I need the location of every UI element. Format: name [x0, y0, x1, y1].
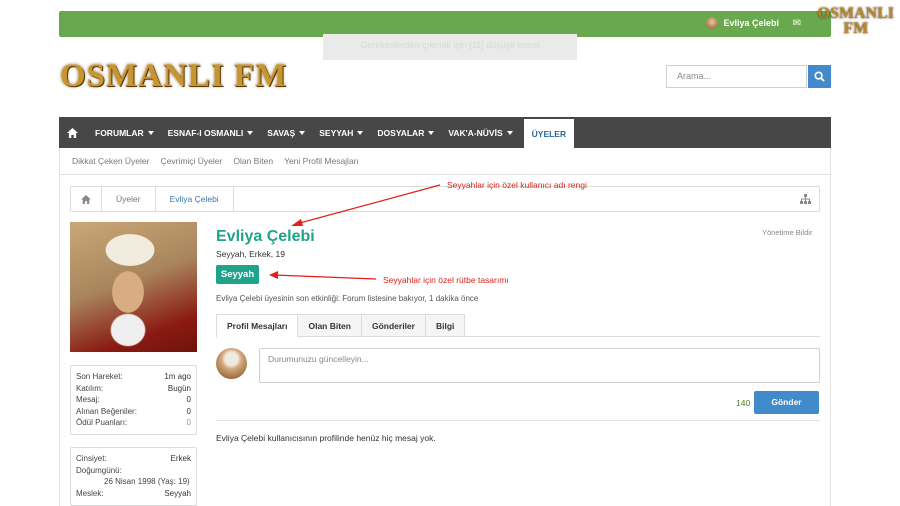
corner-logo: OSMANLI FM: [817, 5, 894, 37]
user-menu[interactable]: Evliya Çelebi: [706, 17, 779, 29]
profile-user-title: Seyyah, Erkek, 19: [216, 249, 285, 259]
breadcrumb-home[interactable]: [71, 187, 102, 211]
breadcrumb-current[interactable]: Evliya Çelebi: [156, 187, 234, 211]
tab-info[interactable]: Bilgi: [425, 314, 466, 337]
report-link[interactable]: Yönetime Bildir: [762, 228, 812, 237]
sitemap-icon[interactable]: [800, 194, 811, 204]
profile-username: Evliya Çelebi: [216, 228, 315, 245]
nav-forumlar[interactable]: FORUMLAR: [88, 117, 161, 148]
search-button[interactable]: [808, 65, 831, 88]
stat-label: Ödül Puanları:: [76, 418, 128, 428]
last-activity: Evliya Çelebi üyesinin son etkinliği: Fo…: [216, 294, 478, 303]
user-avatar-small: [706, 17, 719, 29]
info-label: Doğumgünü:: [76, 465, 122, 475]
char-counter: 140: [736, 398, 751, 408]
nav-savas[interactable]: SAVAŞ: [260, 117, 312, 148]
status-input[interactable]: Durumunuzu güncelleyin...: [259, 348, 820, 383]
stat-label: Alınan Beğeniler:: [76, 406, 137, 416]
mail-icon[interactable]: ✉: [793, 18, 801, 29]
search-input[interactable]: Arama...: [666, 65, 807, 88]
tab-profile-messages[interactable]: Profil Mesajları: [216, 314, 299, 338]
info-value: 26 Nisan 1998 (Yaş: 19): [104, 477, 190, 487]
nav-label: DOSYALAR: [377, 127, 425, 138]
tab-recent-activity[interactable]: Olan Biten: [298, 314, 362, 337]
caret-down-icon: [299, 130, 306, 135]
stat-label: Son Hareket:: [76, 372, 123, 381]
subnav-item[interactable]: Çevrimiçi Üyeler: [160, 156, 222, 166]
activity-link[interactable]: Forum listesine bakıyor,: [342, 294, 426, 303]
caret-down-icon: [506, 130, 513, 135]
nav-label: SAVAŞ: [267, 127, 296, 138]
nav-home[interactable]: [59, 117, 88, 148]
activity-prefix: Evliya Çelebi üyesinin son etkinliği:: [216, 294, 341, 303]
search-icon: [814, 71, 825, 82]
stats-box: Son Hareket: 1m ago Katılım: Bugün Mesaj: 0…: [70, 365, 197, 435]
info-row: Doğumgünü:: [76, 465, 191, 477]
no-messages-text: Evliya Çelebi kullanıcısının profilinde …: [216, 433, 436, 443]
subnav-item[interactable]: Dikkat Çeken Üyeler: [72, 156, 149, 166]
stat-value: Bugün: [167, 383, 191, 393]
stat-row: Mesaj: 0: [76, 394, 191, 406]
info-label: Meslek:: [76, 488, 104, 498]
stat-value[interactable]: 0: [187, 394, 191, 406]
info-label: Cinsiyet:: [76, 454, 107, 463]
stat-row: Son Hareket: 1m ago: [76, 371, 191, 383]
stat-value: 0: [186, 406, 191, 416]
activity-time: 1 dakika önce: [429, 294, 479, 303]
caret-down-icon: [147, 130, 154, 135]
stat-value: 1m ago: [164, 372, 191, 381]
send-button[interactable]: Gönder: [754, 391, 819, 414]
caret-down-icon: [357, 130, 364, 135]
info-box: Cinsiyet: Erkek Doğumgünü: 26 Nisan 1998 …: [70, 447, 197, 506]
info-value: Erkek: [170, 454, 191, 463]
info-row: 26 Nisan 1998 (Yaş: 19): [76, 476, 191, 488]
stat-row: Alınan Beğeniler: 0: [76, 406, 191, 418]
nav-label: ESNAF-I OSMANLI: [167, 127, 244, 138]
stat-label: Mesaj:: [76, 395, 100, 405]
caret-down-icon: [247, 130, 254, 135]
annotation-name-color: Seyyahlar için özel kullanıcı adı rengi: [447, 180, 587, 190]
divider: [216, 420, 820, 421]
stat-value[interactable]: 0: [187, 417, 191, 429]
nav-label: FORUMLAR: [95, 127, 144, 138]
notification-toast: Gerekenlerden çıkmak için [11] düşüşe ba…: [323, 34, 577, 60]
info-row: Cinsiyet: Erkek: [76, 453, 191, 465]
stat-label: Katılım:: [76, 383, 104, 393]
annotation-rank-design: Seyyahlar için özel rütbe tasarımı: [383, 275, 509, 285]
corner-logo-line1: OSMANLI: [817, 5, 894, 22]
nav-dosyalar[interactable]: DOSYALAR: [370, 117, 441, 148]
profile-tabs: Profil Mesajları Olan Biten Gönderiler B…: [216, 314, 820, 338]
breadcrumb-item[interactable]: Üyeler: [102, 187, 156, 211]
breadcrumb: Üyeler Evliya Çelebi: [70, 186, 820, 212]
home-icon: [67, 127, 78, 138]
subnav-item[interactable]: Olan Biten: [233, 156, 273, 166]
nav-seyyah[interactable]: SEYYAH: [312, 117, 370, 148]
user-name: Evliya Çelebi: [723, 18, 779, 28]
rank-badge: Seyyah: [216, 265, 259, 284]
stat-row: Ödül Puanları: 0: [76, 417, 191, 429]
nav-esnaf[interactable]: ESNAF-I OSMANLI: [161, 117, 261, 148]
home-icon: [81, 194, 91, 204]
subnav-item[interactable]: Yeni Profil Mesajları: [284, 156, 359, 166]
stat-row: Katılım: Bugün: [76, 383, 191, 395]
nav-label: VAK'A-NÜVİS: [448, 127, 503, 138]
site-logo[interactable]: OSMANLI FM: [60, 58, 287, 95]
info-row: Meslek: Seyyah: [76, 488, 191, 500]
profile-avatar[interactable]: [70, 222, 197, 352]
nav-vakanuvis[interactable]: VAK'A-NÜVİS: [441, 117, 519, 148]
sub-nav: Dikkat Çeken Üyeler Çevrimiçi Üyeler Ola…: [59, 148, 831, 175]
caret-down-icon: [428, 130, 435, 135]
main-nav: FORUMLAR ESNAF-I OSMANLI SAVAŞ SEYYAH DO…: [59, 117, 831, 148]
composer-avatar: [216, 348, 247, 379]
tab-posts[interactable]: Gönderiler: [361, 314, 426, 337]
nav-uyeler[interactable]: ÜYELER: [523, 117, 575, 148]
nav-label: SEYYAH: [319, 127, 354, 138]
info-value: Seyyah: [164, 488, 191, 498]
corner-logo-line2: FM: [843, 20, 869, 37]
